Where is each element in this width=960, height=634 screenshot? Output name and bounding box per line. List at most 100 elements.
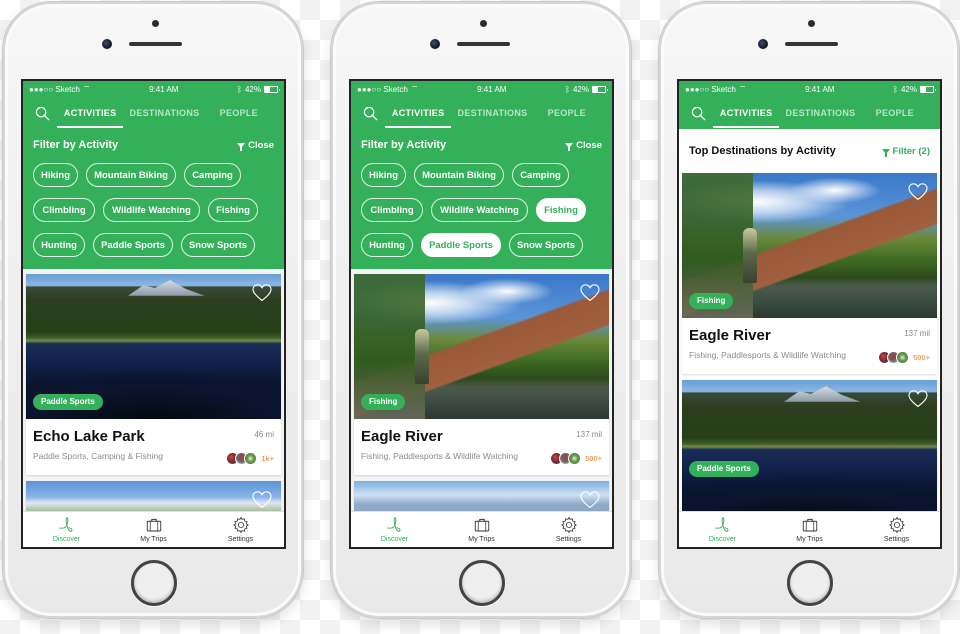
filter-icon bbox=[237, 142, 246, 151]
tabbar-label: Settings bbox=[227, 536, 254, 543]
filter-icon bbox=[881, 148, 890, 157]
avatar bbox=[896, 351, 910, 364]
close-filter-button[interactable]: Close bbox=[565, 140, 602, 151]
discover-icon bbox=[58, 516, 72, 532]
chip-mountain-biking[interactable]: Mountain Biking bbox=[414, 163, 504, 187]
chip-snow-sports[interactable]: Snow Sports bbox=[509, 233, 583, 257]
activity-tag: Paddle Sports bbox=[689, 461, 759, 477]
chip-hiking[interactable]: Hiking bbox=[361, 163, 406, 187]
search-button[interactable] bbox=[687, 97, 709, 129]
close-filter-button[interactable]: Close bbox=[237, 140, 274, 151]
destination-card[interactable]: Paddle Sports bbox=[682, 380, 937, 525]
destination-card[interactable]: Fishing Eagle River 137 mil Fishing, Pad… bbox=[354, 274, 609, 475]
distance-label: 137 mil bbox=[576, 430, 602, 439]
carrier-label: ●●●○○ Sketch bbox=[29, 84, 80, 94]
tabbar-my-trips[interactable]: My Trips bbox=[110, 512, 197, 547]
tabbar-my-trips[interactable]: My Trips bbox=[766, 512, 853, 547]
chip-camping[interactable]: Camping bbox=[512, 163, 569, 187]
results-list: Fishing Eagle River 137 mil Fishing, Pad… bbox=[351, 269, 612, 521]
chip-paddle-sports[interactable]: Paddle Sports bbox=[93, 233, 173, 257]
chip-paddle-sports-selected[interactable]: Paddle Sports bbox=[421, 233, 501, 257]
heart-icon[interactable] bbox=[908, 390, 928, 408]
people-count: 500+ bbox=[585, 454, 602, 463]
heart-icon[interactable] bbox=[580, 284, 600, 302]
tab-people[interactable]: PEOPLE bbox=[202, 97, 276, 129]
chip-hiking[interactable]: Hiking bbox=[33, 163, 78, 187]
home-button[interactable] bbox=[131, 560, 177, 606]
photo-subject bbox=[415, 329, 430, 385]
clock: 9:41 AM bbox=[805, 84, 835, 94]
tab-activities[interactable]: ACTIVITIES bbox=[381, 97, 455, 129]
tab-activities[interactable]: ACTIVITIES bbox=[709, 97, 783, 129]
destination-title: Echo Lake Park bbox=[33, 428, 145, 445]
tabbar-label: Discover bbox=[708, 536, 737, 543]
front-camera bbox=[758, 39, 768, 49]
close-label: Close bbox=[576, 139, 602, 151]
tab-people[interactable]: PEOPLE bbox=[858, 97, 932, 129]
tabbar-discover[interactable]: Discover bbox=[351, 512, 438, 547]
chip-mountain-biking[interactable]: Mountain Biking bbox=[86, 163, 176, 187]
home-button[interactable] bbox=[787, 560, 833, 606]
briefcase-icon bbox=[474, 518, 489, 532]
top-nav: ACTIVITIES DESTINATIONS PEOPLE bbox=[351, 97, 612, 129]
search-button[interactable] bbox=[359, 97, 381, 129]
chip-hunting[interactable]: Hunting bbox=[33, 233, 85, 257]
heart-icon[interactable] bbox=[252, 284, 272, 302]
destination-card[interactable]: Fishing Eagle River 137 mil Fishing, Pad… bbox=[682, 173, 937, 374]
tab-destinations[interactable]: DESTINATIONS bbox=[127, 97, 201, 129]
activity-tag: Paddle Sports bbox=[33, 394, 103, 410]
tabbar-label: My Trips bbox=[796, 536, 823, 543]
destination-card[interactable]: Paddle Sports Echo Lake Park 46 mi Paddl… bbox=[26, 274, 281, 475]
chip-wildlife-watching[interactable]: Wildlife Watching bbox=[431, 198, 528, 222]
search-icon bbox=[35, 106, 50, 121]
section-header: Top Destinations by Activity Filter (2) bbox=[679, 129, 940, 173]
tabbar-discover[interactable]: Discover bbox=[679, 512, 766, 547]
status-bar: ●●●○○ Sketch︎⌔ 9:41 AM ᛒ 42% bbox=[23, 81, 284, 97]
filter-button[interactable]: Filter (2) bbox=[881, 146, 930, 157]
bottom-tab-bar: Discover My Trips Settings bbox=[23, 511, 284, 547]
clock: 9:41 AM bbox=[477, 84, 507, 94]
chip-climbing[interactable]: Climbling bbox=[361, 198, 423, 222]
tabbar-my-trips[interactable]: My Trips bbox=[438, 512, 525, 547]
chip-wildlife-watching[interactable]: Wildlife Watching bbox=[103, 198, 200, 222]
tab-destinations[interactable]: DESTINATIONS bbox=[783, 97, 857, 129]
battery-percent: 42% bbox=[572, 84, 589, 94]
chip-hunting[interactable]: Hunting bbox=[361, 233, 413, 257]
heart-icon[interactable] bbox=[908, 183, 928, 201]
tab-destinations[interactable]: DESTINATIONS bbox=[455, 97, 529, 129]
earpiece-speaker bbox=[129, 42, 182, 46]
tabbar-label: My Trips bbox=[140, 536, 167, 543]
tabbar-settings[interactable]: Settings bbox=[197, 512, 284, 547]
carrier-label: ●●●○○ Sketch bbox=[357, 84, 408, 94]
battery-percent: 42% bbox=[244, 84, 261, 94]
bluetooth-icon: ᛒ bbox=[565, 84, 570, 94]
tabbar-discover[interactable]: Discover bbox=[23, 512, 110, 547]
briefcase-icon bbox=[802, 518, 817, 532]
tabbar-settings[interactable]: Settings bbox=[525, 512, 612, 547]
heart-icon[interactable] bbox=[252, 491, 272, 509]
chip-camping[interactable]: Camping bbox=[184, 163, 241, 187]
home-button[interactable] bbox=[459, 560, 505, 606]
destination-photo: Fishing bbox=[682, 173, 937, 318]
destination-photo: Paddle Sports bbox=[682, 380, 937, 525]
search-icon bbox=[363, 106, 378, 121]
chip-snow-sports[interactable]: Snow Sports bbox=[181, 233, 255, 257]
phone-frame-1: ●●●○○ Sketch︎⌔ 9:41 AM ᛒ 42% ACTIVITIES D… bbox=[3, 2, 303, 618]
search-button[interactable] bbox=[31, 97, 53, 129]
gear-icon bbox=[232, 516, 249, 534]
front-camera bbox=[430, 39, 440, 49]
visitors: 1k+ bbox=[226, 452, 274, 465]
results-list: Paddle Sports Echo Lake Park 46 mi Paddl… bbox=[23, 269, 284, 521]
battery-icon bbox=[920, 85, 936, 93]
chip-climbing[interactable]: Climbling bbox=[33, 198, 95, 222]
heart-icon[interactable] bbox=[580, 491, 600, 509]
distance-label: 46 mi bbox=[254, 430, 274, 439]
filter-panel: Filter by Activity Close Hiking Mountain… bbox=[351, 129, 612, 269]
tab-activities[interactable]: ACTIVITIES bbox=[53, 97, 127, 129]
chip-fishing-selected[interactable]: Fishing bbox=[536, 198, 586, 222]
tabbar-settings[interactable]: Settings bbox=[853, 512, 940, 547]
activity-tag: Fishing bbox=[361, 394, 406, 410]
tab-people[interactable]: PEOPLE bbox=[530, 97, 604, 129]
chip-fishing[interactable]: Fishing bbox=[208, 198, 258, 222]
bottom-tab-bar: Discover My Trips Settings bbox=[679, 511, 940, 547]
